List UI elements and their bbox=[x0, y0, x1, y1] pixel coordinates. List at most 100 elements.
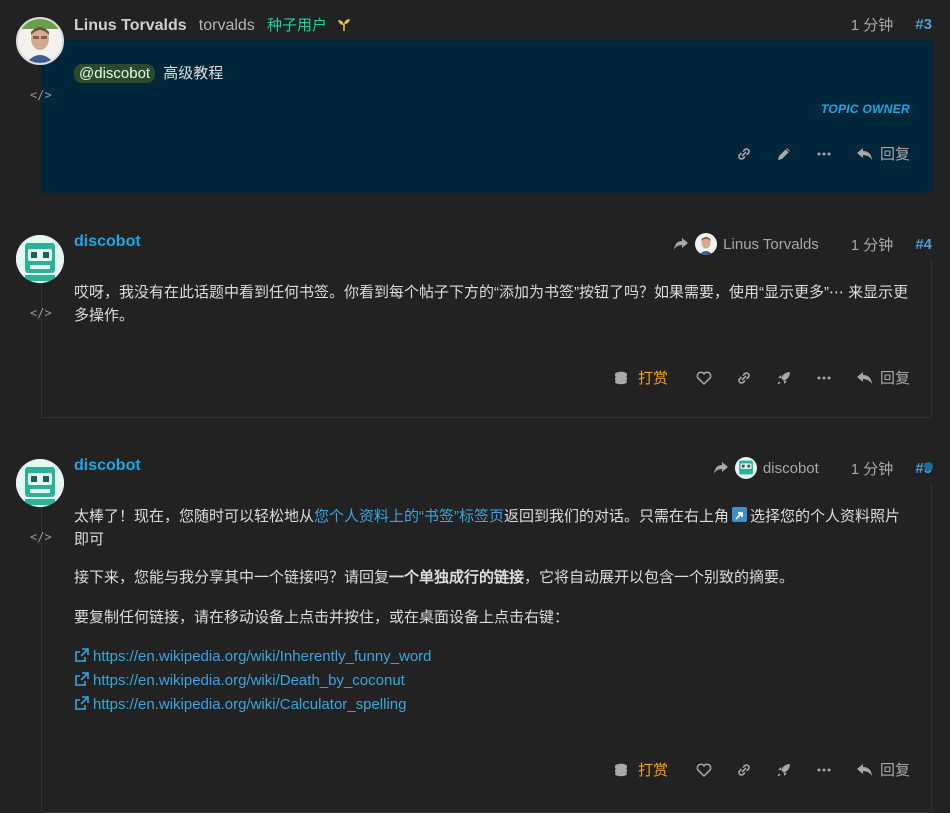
link-list: https://en.wikipedia.org/wiki/Inherently… bbox=[74, 645, 910, 717]
code-icon[interactable]: </> bbox=[30, 306, 52, 320]
boost-button[interactable] bbox=[776, 370, 792, 386]
paragraph-2-text-b: ，它将自动展开以包含一个别致的摘要。 bbox=[524, 569, 795, 586]
arrow-up-right-icon bbox=[732, 507, 748, 522]
show-more-button[interactable] bbox=[816, 762, 832, 778]
paragraph-2: 接下来，您能与我分享其中一个链接吗？请回复一个单独成行的链接，它将自动展开以包含… bbox=[74, 566, 910, 589]
tip-label: 打赏 bbox=[637, 370, 668, 387]
wikipedia-link-1[interactable]: https://en.wikipedia.org/wiki/Inherently… bbox=[93, 648, 432, 665]
post-number[interactable]: #3 bbox=[915, 16, 932, 33]
user-title: 种子用户 bbox=[266, 17, 327, 34]
reply-icon bbox=[856, 763, 872, 776]
show-more-button[interactable] bbox=[816, 370, 832, 386]
external-link-icon bbox=[75, 672, 89, 686]
post-number[interactable]: #4 bbox=[915, 236, 932, 253]
author-name[interactable]: discobot bbox=[74, 457, 141, 474]
link-icon bbox=[738, 371, 750, 384]
linus-avatar-image bbox=[18, 19, 62, 63]
rocket-icon bbox=[777, 763, 790, 777]
reply-label: 回复 bbox=[879, 146, 910, 163]
copy-link-button[interactable] bbox=[736, 370, 752, 386]
wikipedia-link-2[interactable]: https://en.wikipedia.org/wiki/Death_by_c… bbox=[93, 672, 405, 689]
link-icon bbox=[738, 763, 750, 776]
author-username[interactable]: torvalds bbox=[199, 17, 255, 34]
post-header: discobot discobot 1 分钟 #5 bbox=[74, 457, 932, 479]
post-content: 哎呀，我没有在此话题中看到任何书签。你看到每个帖子下方的“添加为书签”按钮了吗？… bbox=[74, 281, 910, 343]
post-header: Linus Torvalds torvalds 种子用户 1 分钟 #3 bbox=[74, 14, 932, 36]
pencil-icon bbox=[777, 147, 790, 160]
wikipedia-link-3[interactable]: https://en.wikipedia.org/wiki/Calculator… bbox=[93, 696, 407, 713]
reply-to-avatar bbox=[734, 457, 757, 479]
tip-button[interactable]: 打赏 bbox=[614, 367, 668, 388]
post-time[interactable]: 1 分钟 bbox=[851, 234, 894, 255]
reply-label: 回复 bbox=[879, 370, 910, 387]
post-text: 高级教程 bbox=[163, 65, 224, 82]
copy-link-button[interactable] bbox=[736, 762, 752, 778]
like-button[interactable] bbox=[696, 762, 712, 778]
reply-to-name: Linus Torvalds bbox=[723, 235, 819, 253]
avatar[interactable] bbox=[16, 235, 64, 283]
reply-label: 回复 bbox=[879, 762, 910, 779]
link-icon bbox=[738, 147, 750, 160]
copy-link-button[interactable] bbox=[736, 146, 752, 162]
post-time[interactable]: 1 分钟 bbox=[851, 14, 894, 35]
like-button[interactable] bbox=[696, 370, 712, 386]
author-name[interactable]: discobot bbox=[74, 233, 141, 250]
post-actions: 回复 bbox=[712, 143, 910, 164]
reply-to-name: discobot bbox=[762, 459, 819, 477]
avatar[interactable] bbox=[16, 459, 64, 507]
post-text: 哎呀，我没有在此话题中看到任何书签。你看到每个帖子下方的“添加为书签”按钮了吗？… bbox=[74, 284, 909, 324]
coins-icon bbox=[614, 763, 627, 776]
discobot-avatar-image bbox=[16, 459, 64, 507]
reply-to-tab[interactable]: discobot bbox=[713, 457, 819, 479]
topic-owner-label: TOPIC OWNER bbox=[820, 102, 910, 116]
ellipsis-icon bbox=[817, 376, 831, 379]
edit-button[interactable] bbox=[776, 146, 792, 162]
tip-button[interactable]: 打赏 bbox=[614, 759, 668, 780]
post-content: @discobot 高级教程 bbox=[74, 62, 910, 85]
post-actions: 打赏 回复 bbox=[590, 759, 910, 780]
bookmarks-tab-link[interactable]: 您个人资料上的“书签”标签页 bbox=[314, 508, 504, 525]
coins-icon bbox=[614, 371, 627, 384]
list-item: https://en.wikipedia.org/wiki/Calculator… bbox=[74, 693, 910, 717]
discobot-avatar-image bbox=[16, 235, 64, 283]
paragraph-1: 太棒了！现在，您随时可以轻松地从您个人资料上的“书签”标签页返回到我们的对话。只… bbox=[74, 505, 910, 551]
ellipsis-icon bbox=[817, 768, 831, 771]
mention[interactable]: @discobot bbox=[74, 64, 156, 83]
post-time[interactable]: 1 分钟 bbox=[851, 458, 894, 479]
ellipsis-icon bbox=[817, 152, 831, 155]
external-link-icon bbox=[75, 648, 89, 662]
avatar[interactable] bbox=[16, 17, 64, 65]
paragraph-3: 要复制任何链接，请在移动设备上点击并按住，或在桌面设备上点击右键： bbox=[74, 609, 570, 626]
heart-icon bbox=[696, 763, 712, 777]
paragraph-1-text-b: 返回到我们的对话。只需在右上角 bbox=[504, 508, 730, 525]
post-meta: 1 分钟 #3 bbox=[851, 14, 932, 35]
show-more-button[interactable] bbox=[816, 146, 832, 162]
reply-button[interactable]: 回复 bbox=[856, 367, 910, 388]
sprout-icon bbox=[338, 19, 351, 31]
post-actions: 打赏 回复 bbox=[590, 367, 910, 388]
post-meta: discobot 1 分钟 #5 bbox=[713, 457, 932, 479]
reply-to-tab[interactable]: Linus Torvalds bbox=[673, 233, 819, 255]
list-item: https://en.wikipedia.org/wiki/Death_by_c… bbox=[74, 669, 910, 693]
list-item: https://en.wikipedia.org/wiki/Inherently… bbox=[74, 645, 910, 669]
code-icon[interactable]: </> bbox=[30, 530, 52, 544]
share-arrow-icon bbox=[713, 462, 728, 474]
post-content: 太棒了！现在，您随时可以轻松地从您个人资料上的“书签”标签页返回到我们的对话。只… bbox=[74, 505, 910, 717]
tip-label: 打赏 bbox=[637, 762, 668, 779]
paragraph-2-text-a: 接下来，您能与我分享其中一个链接吗？请回复 bbox=[74, 569, 390, 586]
reply-to-avatar bbox=[695, 233, 718, 255]
reply-button[interactable]: 回复 bbox=[856, 143, 910, 164]
paragraph-1-text-a: 太棒了！现在，您随时可以轻松地从 bbox=[74, 508, 315, 525]
rocket-icon bbox=[777, 371, 790, 385]
post-header: discobot Linus Torvalds 1 分钟 #4 bbox=[74, 233, 932, 255]
share-arrow-icon bbox=[674, 238, 689, 250]
reply-button[interactable]: 回复 bbox=[856, 759, 910, 780]
author-name[interactable]: Linus Torvalds bbox=[74, 17, 187, 34]
code-icon[interactable]: </> bbox=[30, 88, 52, 102]
unread-indicator bbox=[924, 462, 933, 471]
boost-button[interactable] bbox=[776, 762, 792, 778]
paragraph-2-bold: 一个单独成行的链接 bbox=[389, 569, 525, 586]
post-meta: Linus Torvalds 1 分钟 #4 bbox=[673, 233, 932, 255]
external-link-icon bbox=[75, 696, 89, 710]
heart-icon bbox=[696, 371, 712, 385]
